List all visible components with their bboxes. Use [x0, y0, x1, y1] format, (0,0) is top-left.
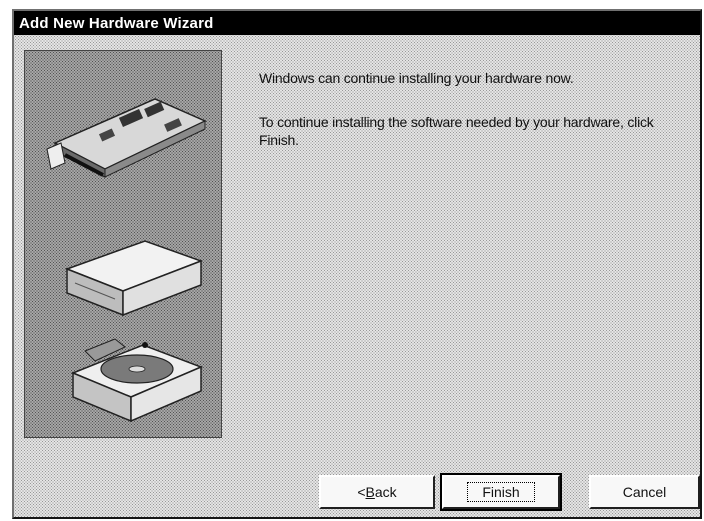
- back-button[interactable]: < Back: [319, 475, 435, 509]
- cancel-button[interactable]: Cancel: [589, 475, 700, 509]
- back-accelerator: B: [365, 484, 375, 500]
- status-message: Windows can continue installing your har…: [259, 70, 574, 86]
- title-bar[interactable]: Add New Hardware Wizard: [14, 11, 700, 35]
- external-drive-icon: [64, 240, 204, 317]
- cancel-label: Cancel: [622, 484, 667, 500]
- cd-rom-drive-icon: [71, 338, 204, 423]
- finish-label: Finish: [467, 482, 535, 502]
- back-prefix: <: [357, 484, 366, 500]
- wizard-window: Add New Hardware Wizard Windows can cont…: [12, 9, 702, 519]
- instruction-message: To continue installing the software need…: [259, 114, 654, 148]
- finish-button[interactable]: Finish: [440, 473, 562, 511]
- expansion-card-icon: [46, 98, 207, 178]
- window-title: Add New Hardware Wizard: [19, 14, 214, 32]
- wizard-content: Windows can continue installing your har…: [14, 35, 700, 517]
- back-rest: ack: [374, 484, 397, 500]
- hardware-illustration: [24, 50, 222, 438]
